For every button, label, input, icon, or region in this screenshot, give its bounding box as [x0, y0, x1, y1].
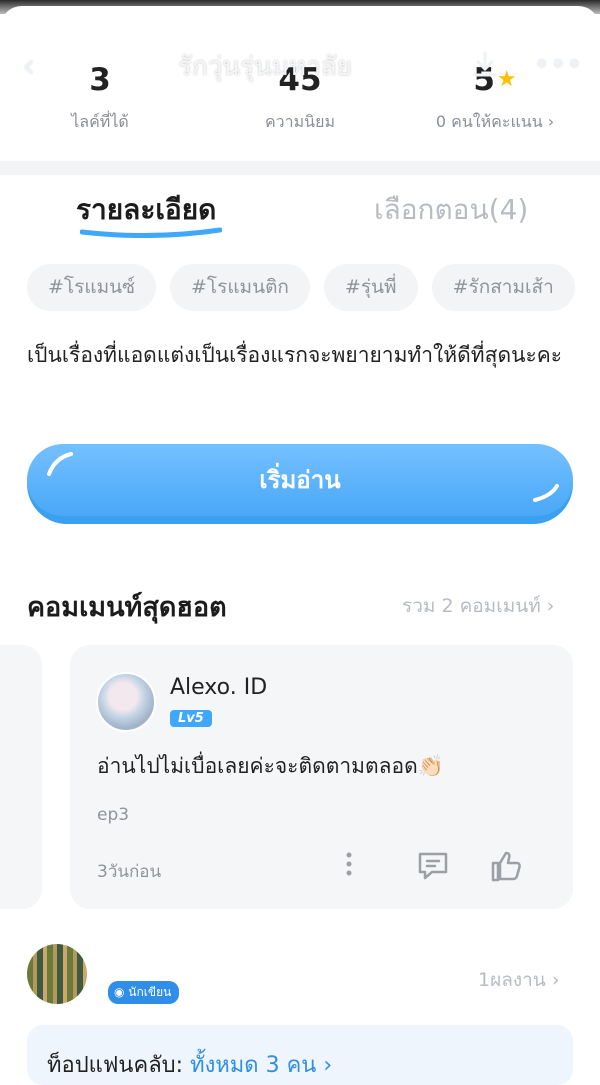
download-icon[interactable]	[470, 50, 500, 87]
tag-romantic[interactable]: #โรแมนติก	[169, 264, 310, 311]
comment-username[interactable]: Alexo. ID	[170, 675, 267, 700]
avatar[interactable]	[96, 672, 156, 732]
divider	[0, 161, 600, 175]
top-fans-box[interactable]: ท็อปแฟนคลับ: ทั้งหมด 3 คน ›	[27, 1025, 573, 1085]
more-icon[interactable]: •••	[534, 50, 583, 80]
comment-text: อ่านไปไม่เบื่อเลยค่ะจะติดตามตลอด👏🏻	[97, 754, 444, 778]
tab-episodes[interactable]: เลือกตอน(4)	[374, 188, 528, 232]
level-badge: Lv5	[170, 710, 212, 727]
kebab-icon[interactable]	[343, 849, 355, 883]
stat-rating-label: 0 คนให้คะแนน ›	[435, 112, 555, 131]
tab-underline	[80, 227, 222, 238]
start-reading-label: เริ่มอ่าน	[259, 466, 341, 494]
comment-episode: ep3	[97, 805, 130, 825]
comment-time: 3วันก่อน	[97, 862, 162, 882]
story-description: เป็นเรื่องที่แอดแต่งเป็นเรื่องแรกจะพยายา…	[27, 343, 563, 367]
writer-badge: ◉ นักเขียน	[108, 981, 180, 1004]
writer-icon: ◉	[114, 985, 129, 999]
all-comments-link[interactable]: รวม 2 คอมเมนท์ ›	[402, 591, 554, 621]
author-works-link[interactable]: 1ผลงาน ›	[478, 965, 559, 995]
reply-icon[interactable]	[416, 849, 450, 887]
start-reading-button[interactable]: เริ่มอ่าน	[27, 444, 573, 524]
like-icon[interactable]	[490, 849, 524, 887]
tag-list: #โรแมนซ์ #โรแมนติก #รุ่นพี่ #รักสามเส้า	[27, 264, 575, 311]
tag-senior[interactable]: #รุ่นพี่	[323, 264, 418, 311]
author-avatar[interactable]	[27, 944, 87, 1004]
tag-love-triangle[interactable]: #รักสามเส้า	[431, 264, 575, 311]
stat-likes-value: 3	[89, 62, 111, 98]
nav-title: รักวุ่นรุ่นมหาลัย	[178, 52, 352, 82]
tag-romance[interactable]: #โรแมนซ์	[27, 264, 156, 311]
hot-comments-title: คอมเมนท์สุดฮอต	[27, 592, 227, 623]
stat-likes: 3 ไลค์ที่ได้	[60, 62, 140, 135]
stat-popularity-label: ความนิยม	[264, 112, 336, 131]
stat-likes-label: ไลค์ที่ได้	[71, 112, 129, 131]
back-icon[interactable]: ‹	[22, 48, 52, 84]
writer-badge-label: นักเขียน	[128, 985, 172, 999]
previous-comment-card[interactable]	[0, 645, 42, 909]
top-fans-link[interactable]: ทั้งหมด 3 คน ›	[190, 1053, 332, 1078]
top-fans-label: ท็อปแฟนคลับ:	[47, 1053, 184, 1078]
comment-card[interactable]: Alexo. ID Lv5 อ่านไปไม่เบื่อเลยค่ะจะติดต…	[70, 645, 573, 909]
top-fans-text: ท็อปแฟนคลับ: ทั้งหมด 3 คน ›	[47, 1047, 332, 1082]
